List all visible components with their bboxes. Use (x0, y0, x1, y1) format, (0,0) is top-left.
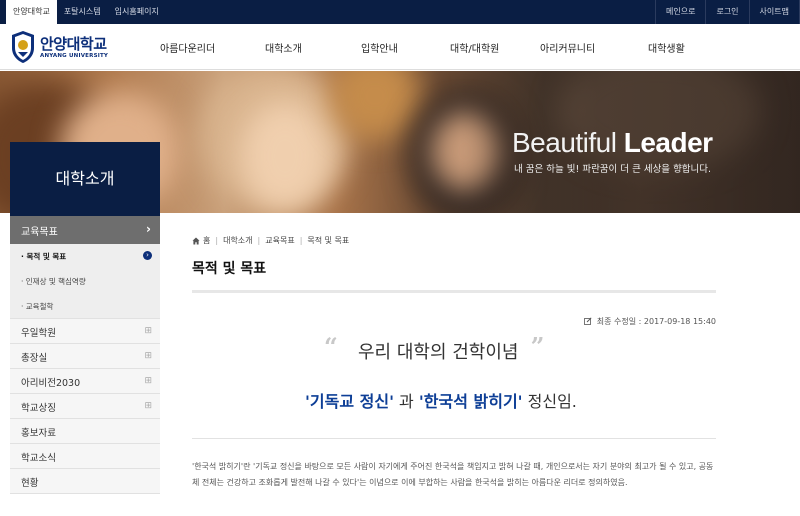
breadcrumb-university-intro[interactable]: 대학소개 (223, 235, 252, 246)
link-login[interactable]: 로그인 (705, 0, 748, 24)
sidebar-item-education-goals[interactable]: 교육목표 › (10, 216, 160, 244)
content-divider (192, 438, 716, 439)
page-title: 목적 및 목표 (192, 261, 267, 277)
last-modified-text: 최종 수정일 : 2017-09-18 15:40 (596, 317, 716, 326)
sidebar-menu: 교육목표 › · 목적 및 목표 › · 인재상 및 핵심역량 · 교육철학 우… (10, 216, 160, 494)
plus-icon: ⊞ (144, 351, 152, 361)
logo-korean-name: 안양대학교 (40, 34, 107, 53)
hero-slogan-light: Beautiful (512, 127, 617, 158)
sidebar-item-woil-foundation[interactable]: 우일학원 ⊞ (10, 319, 160, 344)
sidebar-item-symbols[interactable]: 학교상징 ⊞ (10, 394, 160, 419)
home-icon (192, 237, 200, 244)
plus-icon: ⊞ (144, 401, 152, 411)
close-quote-icon: ” (530, 332, 545, 361)
sidebar-item-label: 홍보자료 (21, 428, 56, 439)
edit-icon (584, 317, 592, 325)
summary-conjunction: 과 (393, 392, 419, 411)
link-main[interactable]: 메인으로 (655, 0, 705, 24)
hero-tagline: 내 꿈은 하늘 빛! 파란꿈이 더 큰 세상을 향합니다. (514, 164, 712, 175)
nav-university-intro[interactable]: 대학소개 (265, 40, 302, 55)
sidebar-subitem-label: · 인재상 및 핵심역량 (21, 277, 86, 286)
breadcrumb-home[interactable]: 홈 (203, 235, 210, 246)
sidebar-item-label: 우일학원 (21, 328, 56, 339)
breadcrumb-separator: | (257, 236, 261, 245)
sidebar-item-label: 교육목표 (21, 227, 58, 238)
plus-icon: ⊞ (144, 326, 152, 336)
sidebar-item-president[interactable]: 총장실 ⊞ (10, 344, 160, 369)
nav-campus-life[interactable]: 대학생활 (648, 40, 685, 55)
nav-ari-community[interactable]: 아리커뮤니티 (540, 40, 595, 55)
university-emblem-icon (12, 31, 34, 63)
utility-links: 메인으로 로그인 사이트맵 (655, 0, 800, 24)
chevron-right-icon: › (146, 222, 151, 236)
sidebar-subitem-philosophy[interactable]: · 교육철학 (10, 294, 160, 319)
family-site-links: 안양대학교 포탈시스템 입시홈페이지 (6, 0, 166, 24)
plus-icon: ⊞ (144, 376, 152, 386)
summary-ending: 정신임. (522, 392, 577, 411)
founding-ideology-heading: “ 우리 대학의 건학이념 ” (324, 332, 544, 364)
sidebar-subitem-label: · 목적 및 목표 (21, 252, 67, 261)
sidebar-item-label: 현황 (21, 478, 39, 489)
sidebar-item-label: 총장실 (21, 353, 48, 364)
current-indicator-icon: › (143, 251, 152, 260)
sidebar-item-label: 아리비전2030 (21, 378, 81, 389)
sidebar-subitem-label: · 교육철학 (21, 302, 54, 311)
sidebar-item-status[interactable]: 현황 (10, 469, 160, 494)
link-portal-system[interactable]: 포탈시스템 (57, 0, 108, 24)
ideology-description: '한국석 밝히기'란 '기독교 정신을 바탕으로 모든 사람이 자기에게 주어진… (192, 462, 714, 487)
logo-english-name: ANYANG UNIVERSITY (40, 52, 109, 59)
breadcrumb-education-goals[interactable]: 교육목표 (265, 235, 294, 246)
breadcrumb-separator: | (299, 236, 303, 245)
sidebar-item-label: 학교소식 (21, 453, 56, 464)
nav-admissions[interactable]: 입학안내 (361, 40, 398, 55)
sidebar-subitem-purpose[interactable]: · 목적 및 목표 › (10, 244, 160, 269)
sidebar-item-pr-materials[interactable]: 홍보자료 (10, 419, 160, 444)
hero-slogan: Beautiful Leader (512, 127, 713, 159)
breadcrumb: 홈 | 대학소개 | 교육목표 | 목적 및 목표 (192, 235, 349, 246)
hero-slogan-bold: Leader (623, 127, 713, 158)
highlight-one-stone: '한국석 밝히기' (418, 392, 523, 411)
nav-colleges[interactable]: 대학/대학원 (450, 40, 499, 55)
breadcrumb-current: 목적 및 목표 (307, 236, 350, 245)
last-modified: 최종 수정일 : 2017-09-18 15:40 (584, 316, 716, 327)
link-admission-site[interactable]: 입시홈페이지 (108, 0, 166, 24)
link-sitemap[interactable]: 사이트맵 (748, 0, 800, 24)
founding-ideology-summary: '기독교 정신' 과 '한국석 밝히기' 정신임. (305, 388, 577, 412)
university-logo[interactable]: 안양대학교 ANYANG UNIVERSITY (10, 30, 108, 64)
breadcrumb-separator: | (215, 236, 219, 245)
sidebar-title: 대학소개 (10, 142, 160, 216)
link-anyang-university[interactable]: 안양대학교 (6, 0, 57, 24)
heading-text: 우리 대학의 건학이념 (358, 342, 519, 363)
nav-beautiful-leader[interactable]: 아름다운리더 (160, 40, 215, 55)
title-divider (192, 290, 716, 293)
sidebar-subitem-talent[interactable]: · 인재상 및 핵심역량 (10, 269, 160, 294)
open-quote-icon: “ (324, 332, 338, 361)
top-utility-bar: 안양대학교 포탈시스템 입시홈페이지 메인으로 로그인 사이트맵 (0, 0, 800, 24)
highlight-christian-spirit: '기독교 정신' (305, 392, 394, 411)
sidebar-item-news[interactable]: 학교소식 (10, 444, 160, 469)
site-header: 안양대학교 ANYANG UNIVERSITY 아름다운리더 대학소개 입학안내… (0, 24, 800, 70)
sidebar-item-ari-vision[interactable]: 아리비전2030 ⊞ (10, 369, 160, 394)
sidebar-item-label: 학교상징 (21, 403, 56, 414)
